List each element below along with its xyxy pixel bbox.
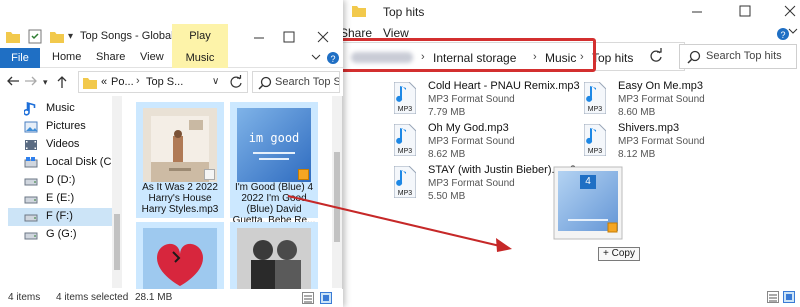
drag-arrow-head [496,238,512,252]
drag-arrow-overlay [287,195,512,252]
drag-count-badge: 4 [580,175,596,189]
drag-ghost-thumbnail: 4 [552,165,624,241]
drag-arrow-line [287,195,501,247]
copy-tooltip: + Copy [598,247,640,261]
